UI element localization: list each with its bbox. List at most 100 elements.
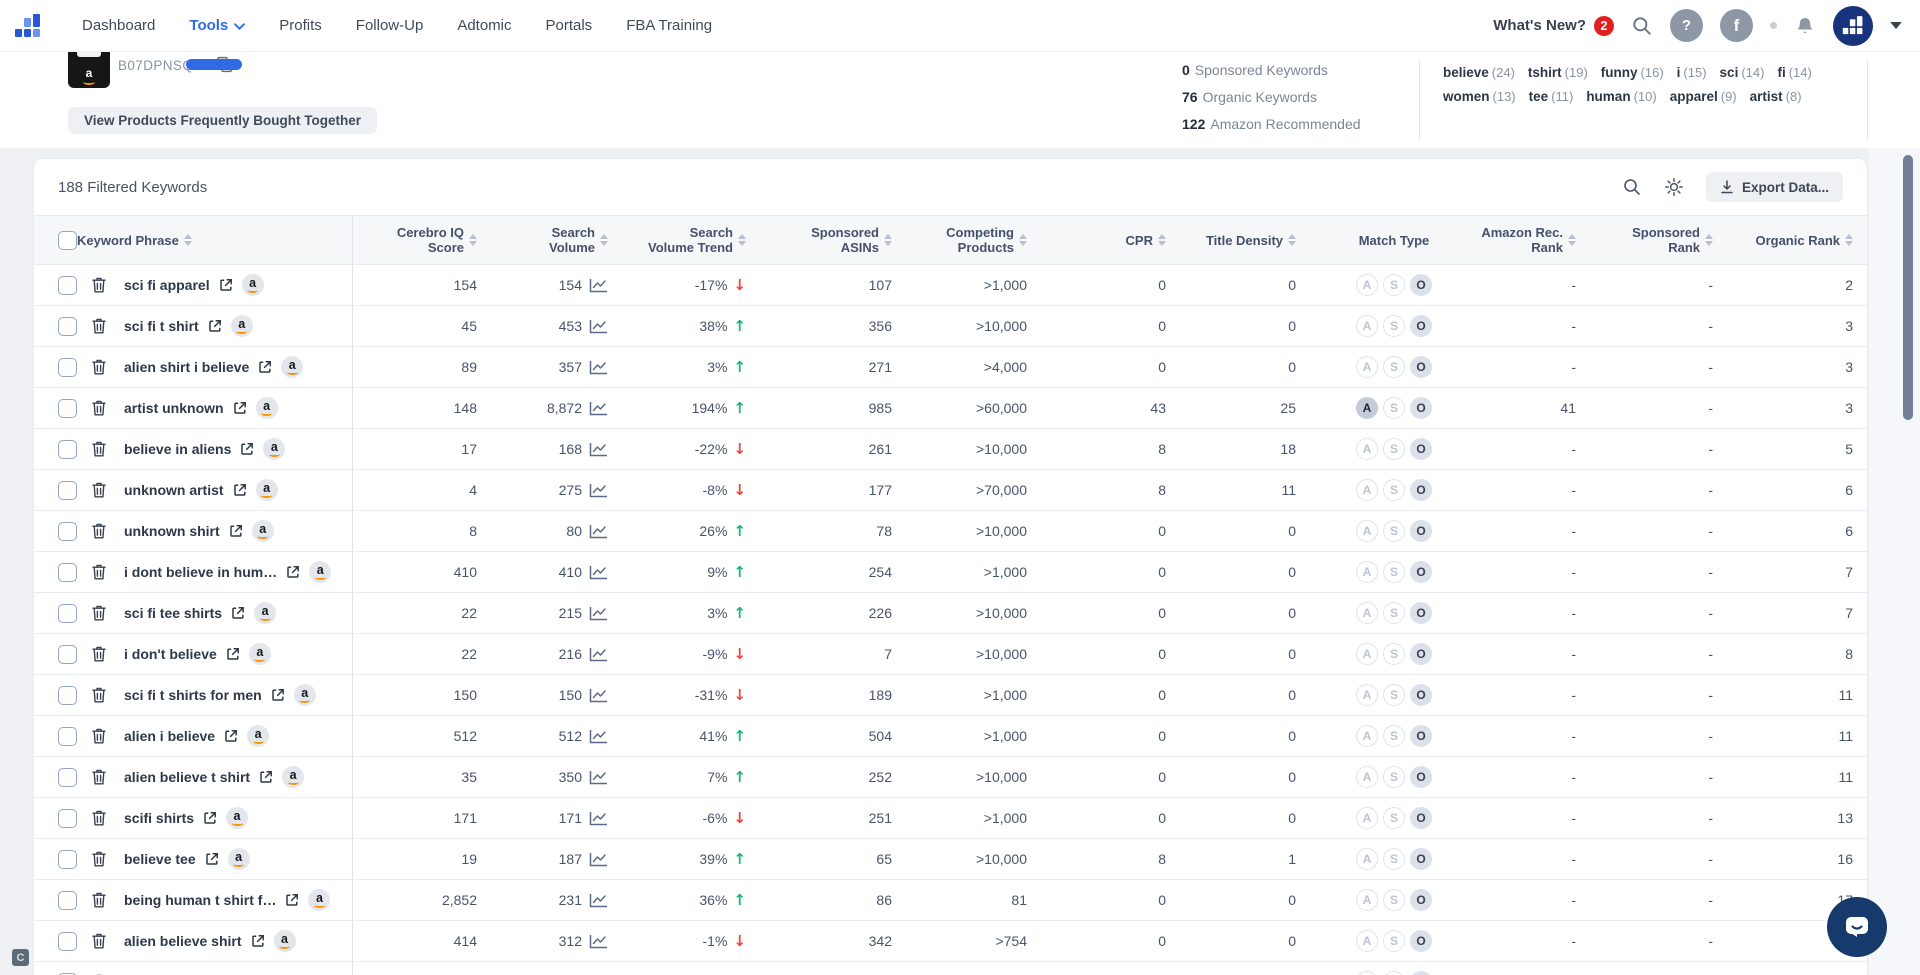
vertical-scrollbar-thumb[interactable]	[1903, 155, 1913, 420]
column-header-search-volume[interactable]: Search Volume	[481, 216, 612, 264]
sparkline-chart-icon[interactable]	[589, 770, 608, 785]
row-checkbox[interactable]	[58, 480, 77, 500]
account-avatar[interactable]	[1833, 5, 1873, 46]
nav-item-portals[interactable]: Portals	[546, 17, 593, 34]
row-checkbox[interactable]	[58, 685, 77, 705]
amazon-icon[interactable]: a	[273, 930, 296, 952]
column-header-title-density[interactable]: Title Density	[1179, 216, 1309, 264]
trash-icon[interactable]	[91, 604, 107, 622]
external-link-icon[interactable]	[285, 893, 299, 907]
trash-icon[interactable]	[91, 317, 107, 335]
nav-item-follow-up[interactable]: Follow-Up	[356, 17, 424, 34]
sparkline-chart-icon[interactable]	[589, 811, 608, 826]
frequent-word-tag[interactable]: i (15)	[1677, 65, 1707, 80]
row-checkbox[interactable]	[58, 808, 77, 828]
select-all-checkbox[interactable]	[58, 230, 77, 250]
column-header-search-volume-trend[interactable]: Search Volume Trend	[612, 216, 762, 264]
frequent-word-tag[interactable]: artist (8)	[1750, 89, 1802, 104]
sparkline-chart-icon[interactable]	[589, 852, 608, 867]
row-checkbox[interactable]	[58, 357, 77, 377]
external-link-icon[interactable]	[219, 278, 233, 292]
trash-icon[interactable]	[91, 481, 107, 499]
sparkline-chart-icon[interactable]	[589, 893, 608, 908]
amazon-icon[interactable]: a	[255, 397, 278, 419]
amazon-icon[interactable]: a	[282, 766, 305, 788]
row-checkbox[interactable]	[58, 726, 77, 746]
sparkline-chart-icon[interactable]	[589, 688, 608, 703]
row-checkbox[interactable]	[58, 603, 77, 623]
external-link-icon[interactable]	[203, 811, 217, 825]
amazon-icon[interactable]: a	[281, 356, 304, 378]
amazon-icon[interactable]: a	[255, 479, 278, 501]
row-checkbox[interactable]	[58, 890, 77, 910]
frequent-word-tag[interactable]: tee (11)	[1529, 89, 1574, 104]
sparkline-chart-icon[interactable]	[589, 934, 608, 949]
trash-icon[interactable]	[91, 809, 107, 827]
amazon-icon[interactable]: a	[227, 848, 250, 870]
amazon-icon[interactable]: a	[248, 643, 271, 665]
product-image[interactable]: a	[68, 46, 110, 88]
trash-icon[interactable]	[91, 932, 107, 950]
row-checkbox[interactable]	[58, 849, 77, 869]
helium10-logo[interactable]	[14, 13, 42, 38]
sparkline-chart-icon[interactable]	[589, 524, 608, 539]
column-header-organic-rank[interactable]: Organic Rank	[1734, 216, 1867, 264]
sparkline-chart-icon[interactable]	[589, 360, 608, 375]
external-link-icon[interactable]	[224, 729, 238, 743]
trash-icon[interactable]	[91, 645, 107, 663]
amazon-icon[interactable]: a	[308, 889, 331, 911]
view-fbt-button[interactable]: View Products Frequently Bought Together	[68, 107, 378, 134]
trash-icon[interactable]	[91, 358, 107, 376]
external-link-icon[interactable]	[258, 360, 272, 374]
column-header-cpr[interactable]: CPR	[1039, 216, 1179, 264]
table-search-icon[interactable]	[1622, 177, 1642, 197]
nav-item-profits[interactable]: Profits	[279, 17, 322, 34]
row-checkbox[interactable]	[58, 562, 77, 582]
sparkline-chart-icon[interactable]	[589, 401, 608, 416]
external-link-icon[interactable]	[233, 401, 247, 415]
frequent-word-tag[interactable]: women (13)	[1443, 89, 1516, 104]
sparkline-chart-icon[interactable]	[589, 319, 608, 334]
external-link-icon[interactable]	[233, 483, 247, 497]
sparkline-chart-icon[interactable]	[589, 483, 608, 498]
trash-icon[interactable]	[91, 850, 107, 868]
row-checkbox[interactable]	[58, 521, 77, 541]
sparkline-chart-icon[interactable]	[589, 729, 608, 744]
trash-icon[interactable]	[91, 768, 107, 786]
amazon-icon[interactable]: a	[241, 274, 264, 296]
external-link-icon[interactable]	[226, 647, 240, 661]
facebook-icon[interactable]: f	[1720, 9, 1753, 42]
chat-widget-button[interactable]	[1827, 897, 1887, 957]
sparkline-chart-icon[interactable]	[589, 606, 608, 621]
external-link-icon[interactable]	[205, 852, 219, 866]
nav-item-tools[interactable]: Tools	[189, 17, 246, 34]
column-header-sponsored-rank[interactable]: Sponsored Rank	[1609, 216, 1734, 264]
help-icon[interactable]: ?	[1670, 9, 1703, 42]
table-settings-gear-icon[interactable]	[1664, 177, 1684, 197]
amazon-icon[interactable]: a	[309, 561, 332, 583]
row-checkbox[interactable]	[58, 439, 77, 459]
external-link-icon[interactable]	[231, 606, 245, 620]
external-link-icon[interactable]	[286, 565, 300, 579]
account-chevron-down-icon[interactable]	[1890, 22, 1902, 29]
row-checkbox[interactable]	[58, 398, 77, 418]
external-link-icon[interactable]	[208, 319, 222, 333]
column-header-keyword-phrase[interactable]: Keyword Phrase	[77, 233, 192, 248]
frequent-word-tag[interactable]: tshirt (19)	[1528, 65, 1588, 80]
frequent-word-tag[interactable]: funny (16)	[1601, 65, 1664, 80]
trash-icon[interactable]	[91, 522, 107, 540]
trash-icon[interactable]	[91, 727, 107, 745]
amazon-icon[interactable]: a	[254, 602, 277, 624]
column-header-sponsored-asins[interactable]: Sponsored ASINs	[762, 216, 904, 264]
column-header-cerebro-iq-score[interactable]: Cerebro IQ Score	[353, 216, 481, 264]
amazon-icon[interactable]: a	[247, 725, 270, 747]
sparkline-chart-icon[interactable]	[589, 278, 608, 293]
sparkline-chart-icon[interactable]	[589, 647, 608, 662]
frequent-word-tag[interactable]: fi (14)	[1777, 65, 1811, 80]
row-checkbox[interactable]	[58, 931, 77, 951]
trash-icon[interactable]	[91, 563, 107, 581]
external-link-icon[interactable]	[229, 524, 243, 538]
trash-icon[interactable]	[91, 440, 107, 458]
frequent-word-tag[interactable]: believe (24)	[1443, 65, 1515, 80]
amazon-icon[interactable]: a	[251, 520, 274, 542]
